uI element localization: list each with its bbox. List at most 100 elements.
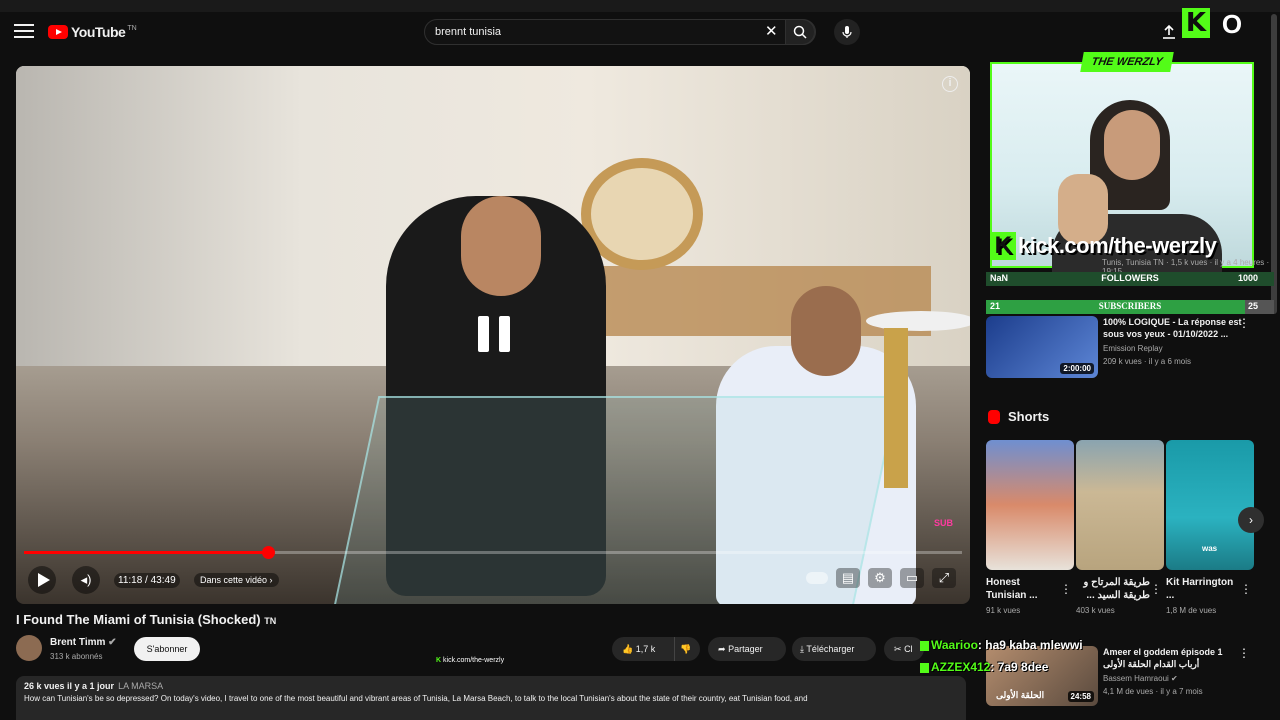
shorts-heading: Shorts bbox=[988, 409, 1049, 424]
progress-fill bbox=[24, 551, 268, 554]
download-label: Télécharger bbox=[806, 644, 855, 654]
play-button[interactable] bbox=[28, 566, 56, 594]
recommendation-title[interactable]: Ameer el goddem épisode 1 أرباب القدام ا… bbox=[1103, 646, 1243, 670]
webcam-badge: THE WERZLY bbox=[1080, 52, 1174, 72]
more-options-icon[interactable]: ⋮ bbox=[1238, 646, 1250, 660]
like-button[interactable]: 👍 1,7 k bbox=[622, 637, 655, 661]
chapter-label: Dans cette vidéo bbox=[200, 575, 268, 585]
scene-head-right bbox=[791, 286, 861, 376]
search-button[interactable] bbox=[785, 19, 815, 45]
recommendation-channel-text: Bassem Hamraoui bbox=[1103, 674, 1169, 683]
chat-text: : ha9 kaba mlewwi bbox=[977, 638, 1083, 652]
kick-url-text: kick.com/the-werzly bbox=[1018, 233, 1217, 258]
download-icon: ⤓ bbox=[800, 644, 804, 654]
microphone-icon bbox=[842, 26, 852, 38]
verified-icon: ✔ bbox=[1171, 674, 1178, 683]
shorts-next-arrow-icon[interactable]: › bbox=[1238, 507, 1264, 533]
short-item[interactable]: Honest Tunisian ... 91 k vues ⋮ bbox=[986, 440, 1074, 615]
youtube-logo[interactable]: YouTube TN bbox=[48, 23, 137, 41]
subtitles-icon[interactable]: ▤ bbox=[836, 568, 860, 588]
recommendation-item[interactable]: 2:00:00 100% LOGIQUE - La réponse est so… bbox=[986, 316, 1256, 380]
fullscreen-icon[interactable]: ⤢ bbox=[932, 568, 956, 588]
autoplay-toggle[interactable] bbox=[806, 572, 828, 584]
share-button[interactable]: ➦ Partager bbox=[708, 637, 786, 661]
search-input[interactable] bbox=[435, 24, 755, 40]
video-views-date: 26 k vues il y a 1 jour bbox=[24, 681, 115, 691]
kick-url-overlay: Kkick.com/the-werzly bbox=[990, 232, 1260, 266]
volume-icon[interactable]: ◂) bbox=[72, 566, 100, 594]
short-title[interactable]: Kit Harrington ... bbox=[1166, 576, 1240, 602]
more-options-icon[interactable]: ⋮ bbox=[1240, 582, 1252, 596]
share-label: Partager bbox=[728, 644, 763, 654]
thumbs-down-icon: 👎 bbox=[680, 644, 692, 654]
channel-avatar[interactable] bbox=[16, 635, 42, 661]
logo-text: YouTube bbox=[71, 24, 126, 40]
info-icon[interactable]: i bbox=[942, 76, 958, 92]
recommendation-channel[interactable]: Bassem Hamraoui ✔ bbox=[1103, 674, 1178, 683]
video-title-text: I Found The Miami of Tunisia (Shocked) bbox=[16, 612, 261, 627]
description-box[interactable]: 26 k vues il y a 1 jour LA MARSA How can … bbox=[16, 676, 966, 720]
like-count: 1,7 k bbox=[635, 644, 656, 654]
chat-message: Waarioo: ha9 kaba mlewwi bbox=[920, 638, 1083, 652]
short-item[interactable]: طريقة المرتاح و طريقة السيد ... 403 k vu… bbox=[1076, 440, 1164, 615]
voice-search-button[interactable] bbox=[834, 19, 860, 45]
share-icon: ➦ bbox=[718, 644, 726, 654]
upload-icon[interactable] bbox=[1160, 23, 1178, 41]
kick-badge-icon bbox=[920, 640, 929, 651]
logo-country: TN bbox=[127, 24, 137, 32]
recommendation-thumbnail[interactable]: الحلقة الأولى 24:58 bbox=[986, 646, 1098, 706]
more-options-icon[interactable]: ⋮ bbox=[1150, 582, 1162, 596]
scissors-icon: ✂ bbox=[894, 644, 902, 654]
subs-count: 25 bbox=[1247, 301, 1258, 311]
kick-badge-icon bbox=[920, 662, 929, 673]
hamburger-menu-icon[interactable] bbox=[12, 20, 36, 44]
channel-name[interactable]: Brent Timm ✔ bbox=[50, 637, 117, 648]
subscribers-bar: 21 SUBSCRIBERS 25 bbox=[986, 300, 1274, 314]
short-thumbnail[interactable] bbox=[1076, 440, 1164, 570]
download-button[interactable]: ⤓ Télécharger bbox=[792, 637, 876, 661]
followers-bar: NaN FOLLOWERS 1000 bbox=[986, 272, 1274, 286]
recommendation-channel[interactable]: Emission Replay bbox=[1103, 344, 1163, 353]
short-title[interactable]: طريقة المرتاح و طريقة السيد ... bbox=[1076, 576, 1150, 602]
top-strip bbox=[0, 0, 1280, 12]
description-text: How can Tunisian's be so depressed? On t… bbox=[24, 694, 808, 703]
short-thumbnail[interactable]: was bbox=[1166, 440, 1254, 570]
scene-lamp-stem bbox=[884, 328, 908, 488]
followers-label: FOLLOWERS bbox=[1101, 273, 1159, 283]
verified-icon: ✔ bbox=[108, 637, 117, 648]
shorts-icon bbox=[988, 409, 1000, 424]
miniplayer-icon[interactable]: ▭ bbox=[900, 568, 924, 588]
thumbs-up-icon: 👍 bbox=[622, 644, 634, 654]
more-options-icon[interactable]: ⋮ bbox=[1238, 316, 1250, 330]
video-location[interactable]: LA MARSA bbox=[118, 681, 163, 691]
short-title[interactable]: Honest Tunisian ... bbox=[986, 576, 1060, 602]
recommendation-item[interactable]: الحلقة الأولى 24:58 Ameer el goddem épis… bbox=[986, 646, 1256, 710]
subs-label: SUBSCRIBERS bbox=[1098, 301, 1162, 311]
time-display: 11:18 / 43:49 bbox=[114, 573, 180, 588]
shorts-heading-text: Shorts bbox=[1008, 409, 1050, 424]
dislike-button[interactable]: 👎 bbox=[680, 637, 691, 661]
chapter-button[interactable]: Dans cette vidéo › bbox=[194, 573, 279, 587]
recommendation-thumbnail[interactable]: 2:00:00 bbox=[986, 316, 1098, 378]
more-options-icon[interactable]: ⋮ bbox=[1060, 582, 1072, 596]
short-thumbnail[interactable] bbox=[986, 440, 1074, 570]
pause-overlay-icon[interactable] bbox=[478, 316, 512, 352]
video-player[interactable]: i SUB ◂) 11:18 / 43:49 Dans cette vidéo … bbox=[16, 66, 970, 604]
recommendation-stats: 209 k vues · il y a 6 mois bbox=[1103, 357, 1192, 366]
chat-user: Waarioo bbox=[931, 638, 978, 652]
clear-search-icon[interactable]: ✕ bbox=[765, 24, 778, 40]
subscribe-button[interactable]: S'abonner bbox=[134, 637, 200, 661]
recommendation-title[interactable]: 100% LOGIQUE - La réponse est sous vos y… bbox=[1103, 316, 1243, 340]
like-divider bbox=[674, 637, 675, 661]
clip-button[interactable]: ✂ Cl bbox=[884, 637, 924, 661]
settings-gear-icon[interactable]: ⚙ bbox=[868, 568, 892, 588]
scene-lamp-top bbox=[866, 311, 970, 331]
short-views: 91 k vues bbox=[986, 606, 1021, 615]
video-duration: 24:58 bbox=[1067, 691, 1094, 702]
followers-count: 1000 bbox=[1237, 273, 1258, 283]
watermark: SUB bbox=[934, 518, 954, 528]
progress-bar[interactable] bbox=[24, 546, 962, 559]
kick-k-icon: K bbox=[990, 232, 1016, 260]
like-dislike-group: 👍 1,7 k 👎 bbox=[612, 637, 700, 661]
account-avatar[interactable]: O bbox=[1218, 10, 1246, 38]
